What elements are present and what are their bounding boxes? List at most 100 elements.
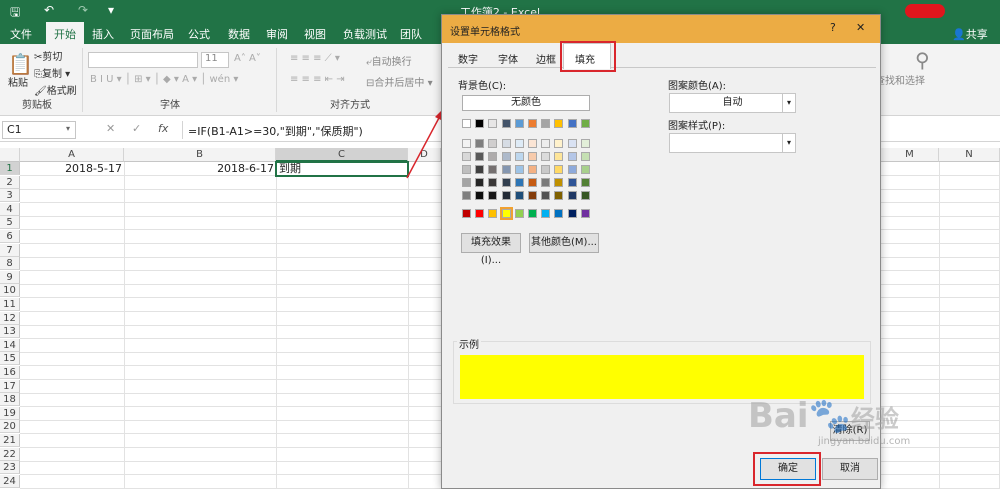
font-grow-shrink-icon[interactable]: A˄ A˅ xyxy=(234,53,261,64)
row-header[interactable]: 4 xyxy=(0,202,20,216)
column-header-a[interactable]: A xyxy=(20,148,124,162)
color-swatch[interactable] xyxy=(567,119,577,128)
color-swatch[interactable] xyxy=(580,152,590,161)
tab-font[interactable]: 字体 xyxy=(498,51,518,66)
insert-function-icon[interactable]: fx xyxy=(158,122,168,135)
column-header-c[interactable]: C xyxy=(276,148,408,162)
cell-b1[interactable]: 2018-6-17 xyxy=(124,162,274,175)
color-swatch[interactable] xyxy=(514,152,524,161)
color-swatch[interactable] xyxy=(541,119,551,128)
row-header[interactable]: 23 xyxy=(0,461,20,475)
paste-icon[interactable]: 📋 xyxy=(8,52,33,76)
color-swatch[interactable] xyxy=(514,178,524,187)
align-left-icons[interactable]: ≡ ≡ ≡ ⇤ ⇥ xyxy=(290,74,345,85)
color-swatch[interactable] xyxy=(501,191,511,200)
cell-a1[interactable]: 2018-5-17 xyxy=(20,162,122,175)
color-swatch[interactable] xyxy=(488,165,498,174)
tab-team[interactable]: 团队 xyxy=(400,26,422,42)
help-button[interactable]: ? xyxy=(830,21,836,34)
find-select-button[interactable]: 查找和选择 xyxy=(875,72,925,87)
color-swatch[interactable] xyxy=(488,178,498,187)
color-swatch[interactable] xyxy=(567,191,577,200)
color-swatch[interactable] xyxy=(514,191,524,200)
color-swatch[interactable] xyxy=(554,165,564,174)
tab-insert[interactable]: 插入 xyxy=(92,26,114,42)
color-swatch[interactable] xyxy=(462,191,471,200)
tab-load-test[interactable]: 负载测试 xyxy=(343,26,387,42)
font-name-combo[interactable] xyxy=(88,52,198,68)
row-header[interactable]: 20 xyxy=(0,420,20,434)
color-swatch[interactable] xyxy=(528,191,537,200)
standard-color-swatch[interactable] xyxy=(528,209,537,218)
row-header[interactable]: 12 xyxy=(0,311,20,325)
color-swatch[interactable] xyxy=(475,178,485,187)
font-size-combo[interactable]: 11 xyxy=(201,52,229,68)
cut-button[interactable]: ✂剪切 xyxy=(34,48,62,63)
wrap-text-button[interactable]: ⤶自动换行 xyxy=(366,53,412,68)
row-header[interactable]: 3 xyxy=(0,189,20,203)
color-swatch[interactable] xyxy=(462,178,471,187)
color-swatch[interactable] xyxy=(514,139,524,148)
color-swatch[interactable] xyxy=(580,119,590,128)
merge-center-button[interactable]: ⊟合并后居中 ▾ xyxy=(366,74,433,89)
color-swatch[interactable] xyxy=(475,165,485,174)
color-swatch[interactable] xyxy=(554,178,564,187)
row-header[interactable]: 17 xyxy=(0,379,20,393)
close-button[interactable]: ✕ xyxy=(856,21,865,34)
color-swatch[interactable] xyxy=(514,165,524,174)
row-header[interactable]: 11 xyxy=(0,298,20,311)
color-swatch[interactable] xyxy=(554,191,564,200)
color-swatch[interactable] xyxy=(488,119,498,128)
color-swatch[interactable] xyxy=(501,139,511,148)
name-box-dropdown-icon[interactable]: ▾ xyxy=(66,124,70,133)
account-avatar[interactable] xyxy=(905,4,945,18)
color-swatch[interactable] xyxy=(541,139,551,148)
row-header[interactable]: 21 xyxy=(0,434,20,447)
color-swatch[interactable] xyxy=(475,152,485,161)
color-swatch[interactable] xyxy=(567,165,577,174)
color-swatch[interactable] xyxy=(488,152,498,161)
standard-color-swatch[interactable] xyxy=(580,209,590,218)
pattern-color-select[interactable]: 自动 ▾ xyxy=(669,93,796,113)
color-swatch[interactable] xyxy=(501,165,511,174)
row-header[interactable]: 10 xyxy=(0,284,20,298)
select-all-corner[interactable] xyxy=(0,148,20,162)
row-header[interactable]: 1 xyxy=(0,162,20,175)
standard-color-swatch[interactable] xyxy=(567,209,577,218)
tab-file[interactable]: 文件 xyxy=(10,26,32,42)
cell-c1-selected[interactable]: 到期 xyxy=(275,161,409,177)
row-header[interactable]: 22 xyxy=(0,447,20,461)
share-button[interactable]: 👤共享 xyxy=(952,26,988,42)
color-swatch[interactable] xyxy=(567,152,577,161)
cancel-button[interactable]: 取消 xyxy=(822,458,878,480)
row-header[interactable]: 13 xyxy=(0,325,20,339)
cancel-icon[interactable]: ✕ xyxy=(106,122,115,135)
color-swatch[interactable] xyxy=(475,139,485,148)
fill-effects-button[interactable]: 填充效果(I)... xyxy=(461,233,521,266)
color-swatch[interactable] xyxy=(580,165,590,174)
row-header[interactable]: 24 xyxy=(0,474,20,488)
name-box[interactable]: C1 xyxy=(2,121,76,139)
row-header[interactable]: 14 xyxy=(0,338,20,352)
color-swatch[interactable] xyxy=(501,178,511,187)
color-swatch[interactable] xyxy=(462,165,471,174)
row-header[interactable]: 6 xyxy=(0,230,20,243)
color-swatch[interactable] xyxy=(501,119,511,128)
color-swatch[interactable] xyxy=(567,178,577,187)
align-top-icons[interactable]: ≡ ≡ ≡ ⟋ ▾ xyxy=(290,53,340,64)
color-swatch[interactable] xyxy=(554,119,564,128)
color-swatch[interactable] xyxy=(501,152,511,161)
color-swatch[interactable] xyxy=(475,191,485,200)
search-icon[interactable]: ⚲ xyxy=(915,48,930,72)
color-swatch[interactable] xyxy=(462,139,471,148)
column-header-b[interactable]: B xyxy=(124,148,276,162)
row-header[interactable]: 2 xyxy=(0,175,20,189)
standard-color-swatch[interactable] xyxy=(488,209,498,218)
column-header-m[interactable]: M xyxy=(881,148,939,162)
more-colors-button[interactable]: 其他颜色(M)... xyxy=(529,233,599,253)
color-swatch[interactable] xyxy=(541,152,551,161)
standard-color-swatch[interactable] xyxy=(514,209,524,218)
color-swatch[interactable] xyxy=(462,152,471,161)
row-header[interactable]: 15 xyxy=(0,352,20,366)
color-swatch[interactable] xyxy=(541,191,551,200)
